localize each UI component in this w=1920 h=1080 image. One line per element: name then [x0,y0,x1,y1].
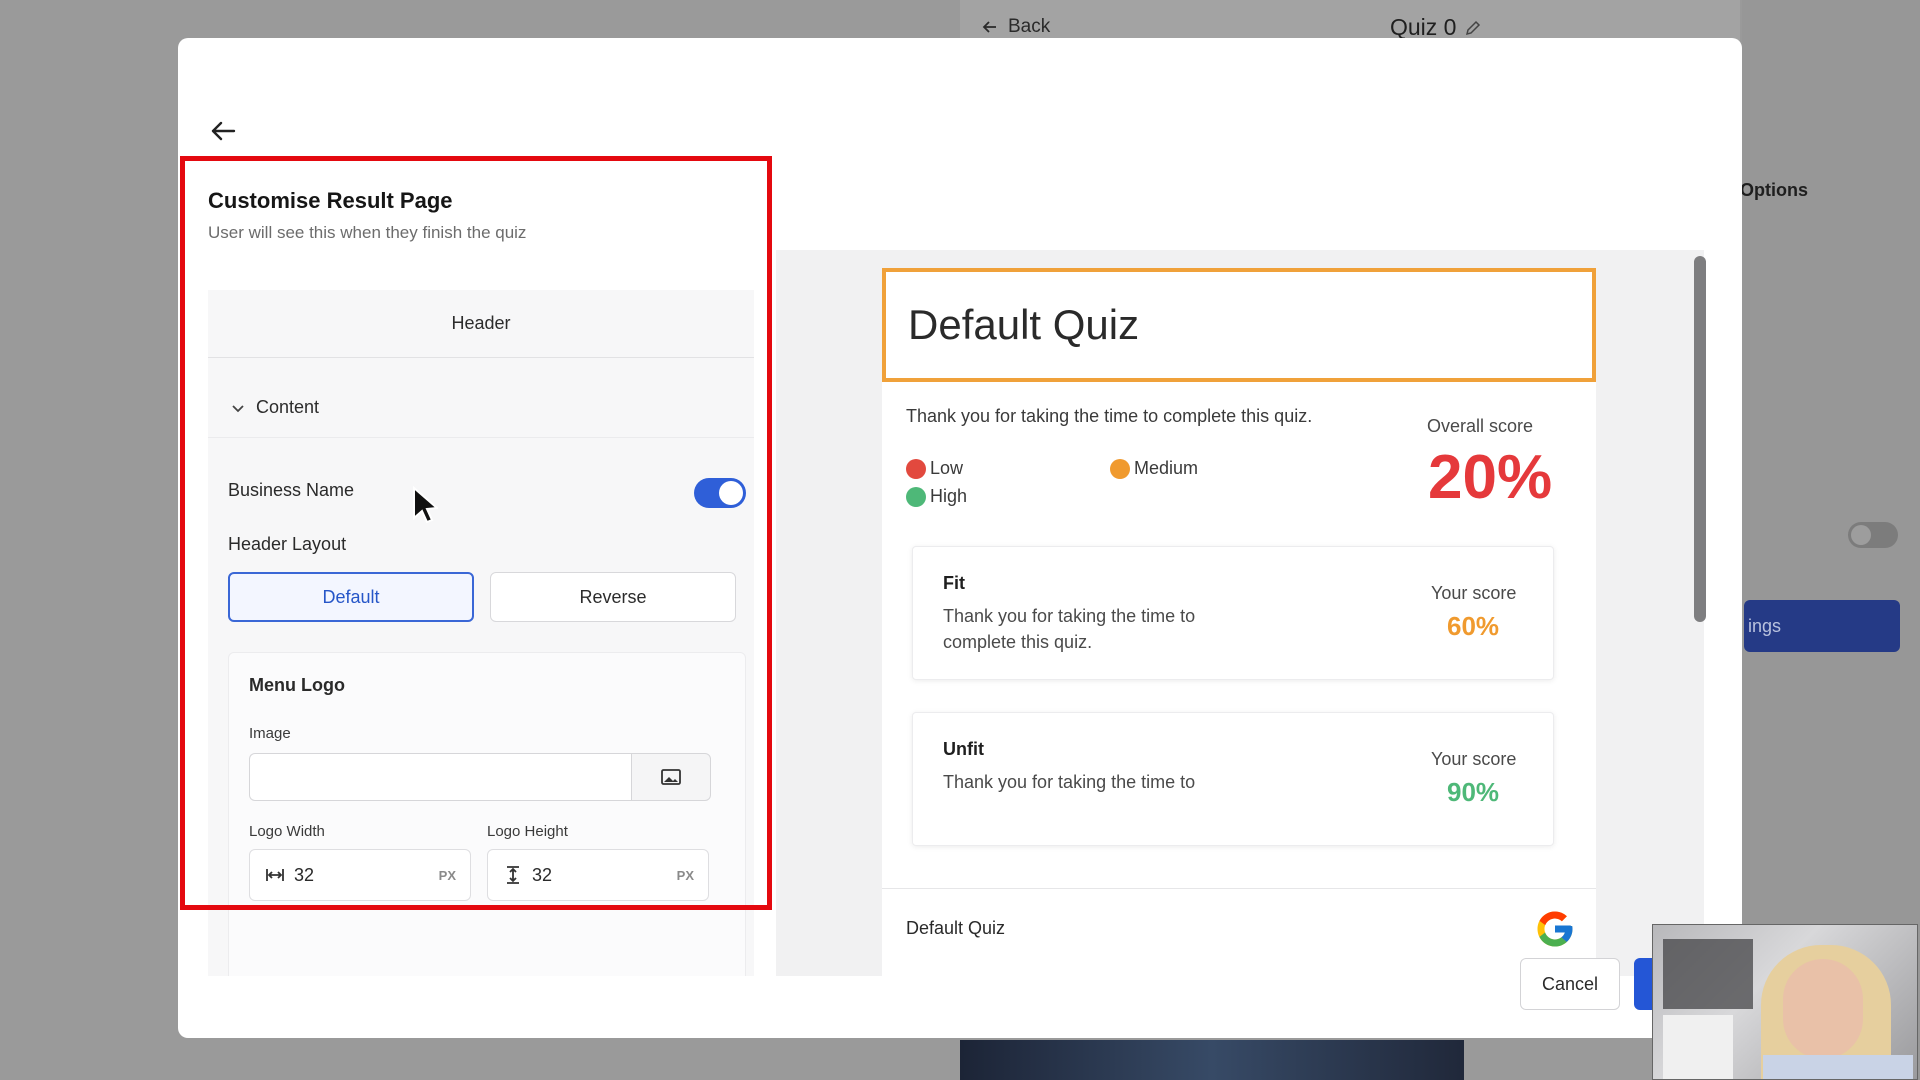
preview-scrollbar[interactable] [1694,256,1706,622]
google-icon [1537,911,1573,946]
webcam-shelf [1663,939,1753,1009]
pencil-icon[interactable] [1464,19,1482,37]
preview-body: Thank you for taking the time to complet… [882,382,1596,976]
mouse-cursor-icon [413,486,438,524]
chevron-down-icon [232,404,244,412]
legend-label: Low [930,458,964,478]
legend-medium: Medium [1110,458,1198,479]
overall-score-label: Overall score [1427,416,1534,436]
preview-quiz-title: Default Quiz [908,301,1140,348]
logo-height-unit: PX [676,867,694,883]
page-title: Customise Result Page [208,188,453,213]
cancel-button[interactable]: Cancel [1520,958,1620,1010]
overall-score-value: 20% [1428,443,1553,512]
customise-result-modal: Customise Result Page User will see this… [178,38,1742,1038]
business-name-label: Business Name [228,480,355,500]
content-section-toggle[interactable]: Content [208,378,754,438]
background-image [960,1040,1464,1080]
preview-header: Default Quiz [882,268,1596,382]
background-options-label: Options [1740,180,1808,200]
result-description: Thank you for taking the time to [943,772,1196,792]
preview-thanks-text: Thank you for taking the time to complet… [906,406,1313,426]
background-quiz-title[interactable]: Quiz 0 [1390,14,1482,41]
image-url-input[interactable] [249,753,631,801]
result-score-label: Your score [1431,749,1517,769]
webcam-overlay [1652,924,1918,1080]
quiz-title-text: Quiz 0 [1390,14,1457,40]
business-name-toggle[interactable] [694,478,746,508]
layout-reverse-button[interactable]: Reverse [490,572,736,622]
legend-low: Low [906,458,963,479]
result-description: Thank you for taking the time to complet… [943,606,1196,652]
image-picker-button[interactable] [631,753,711,801]
content-section-label: Content [256,397,320,417]
result-score: 60% [1447,611,1500,641]
preview-footer: Default Quiz [882,888,1596,968]
legend-label: High [930,486,968,506]
webcam-chair [1663,1015,1733,1079]
logo-height-label: Logo Height [487,823,568,840]
background-back-label: Back [1008,16,1051,37]
result-card: Fit Thank you for taking the time to com… [912,546,1554,680]
page-subtitle: User will see this when they finish the … [208,223,527,242]
result-score-label: Your score [1431,583,1517,603]
tab-header[interactable]: Header [208,290,754,358]
arrow-left-icon [982,21,996,33]
header-layout-label: Header Layout [228,534,347,554]
legend-label: Medium [1134,458,1199,478]
result-score: 90% [1447,777,1500,807]
footer-quiz-name: Default Quiz [906,918,1006,938]
legend-high: High [906,486,967,507]
result-name: Fit [943,573,965,593]
image-label: Image [249,725,291,742]
legend-dot [1110,458,1130,479]
legend-dot [906,486,926,507]
arrow-left-icon[interactable] [208,116,238,146]
layout-default-button[interactable]: Default [228,572,474,622]
background-settings-label: ings [1748,616,1782,636]
result-card: Unfit Thank you for taking the time to Y… [912,712,1554,846]
logo-width-unit: PX [438,867,456,883]
background-toggle[interactable] [1848,522,1898,548]
legend-dot [906,458,926,479]
result-name: Unfit [943,739,984,759]
height-arrows-icon [507,866,519,884]
result-preview: Default Quiz Thank you for taking the ti… [776,250,1704,976]
logo-width-input[interactable]: 32 PX [249,849,471,901]
background-settings-button[interactable]: ings [1744,600,1900,652]
settings-column: Customise Result Page User will see this… [208,156,774,976]
menu-logo-card: Menu Logo Image Logo Width Logo Height 3… [228,652,746,976]
background-back-link[interactable]: Back [982,16,1050,38]
logo-height-value: 32 [532,864,553,885]
webcam-person-shirt [1763,1055,1913,1079]
webcam-person-face [1783,959,1863,1059]
image-icon [661,769,681,785]
logo-width-value: 32 [294,864,315,885]
settings-panel: Header Content Business Name Header Layo… [208,290,754,976]
menu-logo-title: Menu Logo [249,675,345,695]
width-arrows-icon [266,869,284,881]
logo-width-label: Logo Width [249,823,325,840]
logo-height-input[interactable]: 32 PX [487,849,709,901]
